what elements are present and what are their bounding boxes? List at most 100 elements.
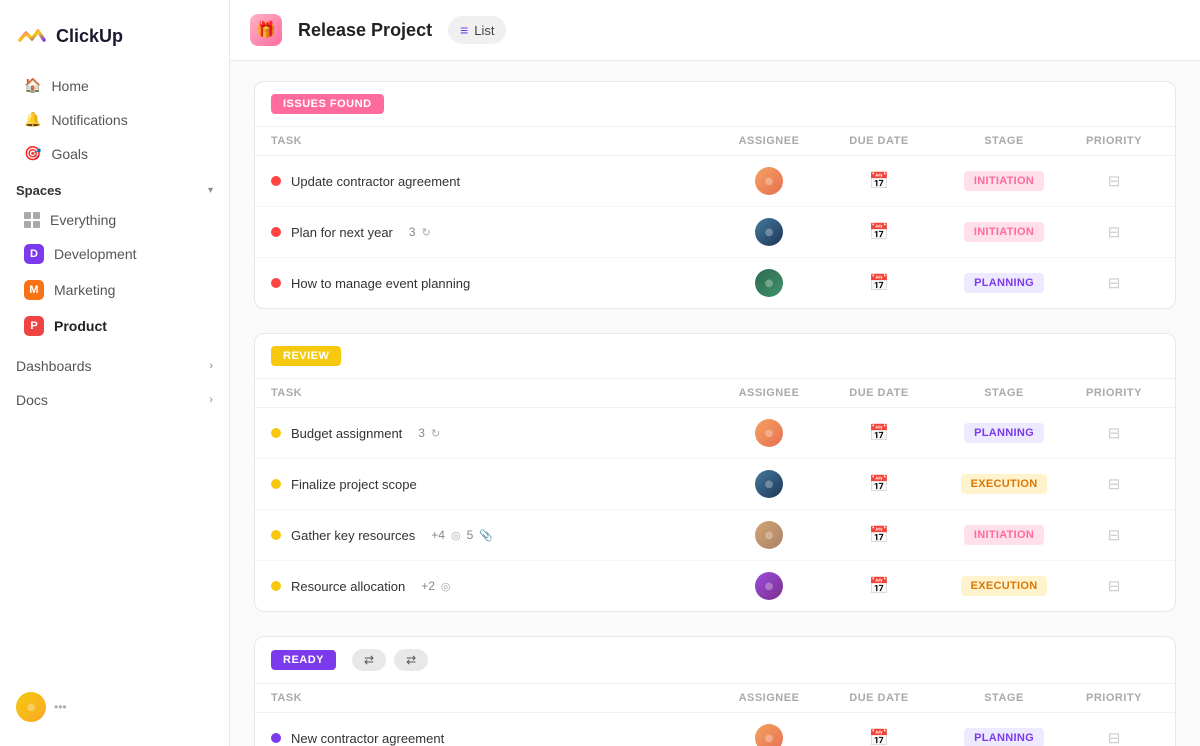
avatar (755, 269, 783, 297)
group-ready: READY ⇄ ⇄ TASK ASSIGNEE DUE DATE STAGE P… (254, 636, 1176, 746)
sidebar-item-goals[interactable]: 🎯 Goals (8, 137, 221, 170)
toolbar-btn-1[interactable]: ⇄ (352, 649, 386, 671)
priority-icon: ⊟ (1108, 729, 1121, 746)
table-row[interactable]: New contractor agreement 📅 PLANNING ⊟ (255, 713, 1175, 746)
due-date-cell[interactable]: 📅 (819, 576, 939, 596)
project-title: Release Project (298, 20, 432, 41)
priority-cell[interactable]: ⊟ (1069, 172, 1159, 190)
user-menu-dots[interactable]: ••• (54, 700, 67, 714)
table-row[interactable]: Update contractor agreement 📅 INITIATION… (255, 156, 1175, 207)
assignee-cell (719, 218, 819, 246)
view-tab-list[interactable]: ≡ List (448, 16, 506, 44)
priority-cell[interactable]: ⊟ (1069, 223, 1159, 241)
due-date-cell[interactable]: 📅 (819, 222, 939, 242)
group-badge[interactable]: READY (271, 650, 336, 670)
avatar (755, 572, 783, 600)
priority-cell[interactable]: ⊟ (1069, 475, 1159, 493)
group-badge[interactable]: ISSUES FOUND (271, 94, 384, 114)
sidebar-nav: 🏠 Home 🔔 Notifications 🎯 Goals (0, 68, 229, 171)
task-name: Plan for next year (291, 225, 393, 240)
task-name: New contractor agreement (291, 731, 444, 746)
table-row[interactable]: Gather key resources +4◎5📎 📅 INITIATION … (255, 510, 1175, 561)
table-row[interactable]: Finalize project scope 📅 EXECUTION ⊟ (255, 459, 1175, 510)
task-name: Finalize project scope (291, 477, 417, 492)
stage-cell: INITIATION (939, 222, 1069, 242)
group-header: ISSUES FOUND (255, 82, 1175, 127)
list-view-icon: ≡ (460, 22, 468, 38)
priority-icon: ⊟ (1108, 274, 1121, 292)
due-date-cell[interactable]: 📅 (819, 171, 939, 191)
table-row[interactable]: Plan for next year 3↻ 📅 INITIATION ⊟ (255, 207, 1175, 258)
col-assignee: ASSIGNEE (719, 387, 819, 399)
priority-cell[interactable]: ⊟ (1069, 274, 1159, 292)
spaces-header[interactable]: Spaces ▾ (0, 171, 229, 204)
sidebar: ClickUp 🏠 Home 🔔 Notifications 🎯 Goals S… (0, 0, 230, 746)
assignee-cell (719, 470, 819, 498)
task-count: 3 (409, 225, 416, 239)
sidebar-item-development[interactable]: D Development (8, 237, 221, 271)
user-avatar[interactable] (16, 692, 46, 722)
table-column-headers: TASK ASSIGNEE DUE DATE STAGE PRIORITY (255, 684, 1175, 713)
task-status-dot (271, 428, 281, 438)
nav-label-goals: Goals (51, 146, 88, 162)
sidebar-item-marketing[interactable]: M Marketing (8, 273, 221, 307)
dashboards-section[interactable]: Dashboards › (0, 348, 229, 378)
stage-badge: EXECUTION (961, 474, 1048, 494)
priority-icon: ⊟ (1108, 424, 1121, 442)
table-row[interactable]: Resource allocation +2◎ 📅 EXECUTION ⊟ (255, 561, 1175, 611)
home-icon: 🏠 (24, 77, 41, 94)
priority-cell[interactable]: ⊟ (1069, 577, 1159, 595)
group-header: REVIEW (255, 334, 1175, 379)
toolbar-btn-2[interactable]: ⇄ (394, 649, 428, 671)
task-status-dot (271, 733, 281, 743)
assignee-cell (719, 167, 819, 195)
group-review: REVIEW TASK ASSIGNEE DUE DATE STAGE PRIO… (254, 333, 1176, 612)
chevron-right-icon: › (209, 394, 213, 406)
table-row[interactable]: Budget assignment 3↻ 📅 PLANNING ⊟ (255, 408, 1175, 459)
stage-cell: INITIATION (939, 171, 1069, 191)
assignee-cell (719, 419, 819, 447)
group-header: READY ⇄ ⇄ (255, 637, 1175, 684)
avatar (755, 521, 783, 549)
table-column-headers: TASK ASSIGNEE DUE DATE STAGE PRIORITY (255, 127, 1175, 156)
due-date-cell[interactable]: 📅 (819, 474, 939, 494)
due-date-cell[interactable]: 📅 (819, 728, 939, 746)
development-dot: D (24, 244, 44, 264)
docs-section[interactable]: Docs › (0, 382, 229, 412)
due-date-cell[interactable]: 📅 (819, 423, 939, 443)
priority-cell[interactable]: ⊟ (1069, 526, 1159, 544)
col-priority: PRIORITY (1069, 387, 1159, 399)
clip-icon: 📎 (479, 529, 493, 542)
due-date-cell[interactable]: 📅 (819, 273, 939, 293)
task-name-cell: Budget assignment 3↻ (271, 426, 719, 441)
col-task: TASK (271, 135, 719, 147)
sidebar-item-home[interactable]: 🏠 Home (8, 69, 221, 102)
task-meta: 3↻ (418, 426, 440, 440)
stage-badge: INITIATION (964, 525, 1044, 545)
avatar (755, 419, 783, 447)
calendar-icon: 📅 (869, 273, 889, 293)
task-name-cell: How to manage event planning (271, 276, 719, 291)
stage-badge: PLANNING (964, 273, 1044, 293)
sidebar-item-product[interactable]: P Product (8, 309, 221, 343)
calendar-icon: 📅 (869, 576, 889, 596)
sidebar-item-everything[interactable]: Everything (8, 205, 221, 235)
spaces-label: Spaces (16, 183, 62, 198)
task-name-cell: Plan for next year 3↻ (271, 225, 719, 240)
group-badge[interactable]: REVIEW (271, 346, 341, 366)
assignee-cell (719, 724, 819, 746)
task-name-cell: Update contractor agreement (271, 174, 719, 189)
table-row[interactable]: How to manage event planning 📅 PLANNING … (255, 258, 1175, 308)
avatar (755, 724, 783, 746)
sidebar-item-notifications[interactable]: 🔔 Notifications (8, 103, 221, 136)
docs-label: Docs (16, 392, 48, 408)
extra-count: +2 (421, 579, 435, 593)
col-stage: STAGE (939, 135, 1069, 147)
col-stage: STAGE (939, 692, 1069, 704)
col-assignee: ASSIGNEE (719, 692, 819, 704)
due-date-cell[interactable]: 📅 (819, 525, 939, 545)
stage-cell: PLANNING (939, 273, 1069, 293)
priority-cell[interactable]: ⊟ (1069, 424, 1159, 442)
task-status-dot (271, 479, 281, 489)
priority-cell[interactable]: ⊟ (1069, 729, 1159, 746)
